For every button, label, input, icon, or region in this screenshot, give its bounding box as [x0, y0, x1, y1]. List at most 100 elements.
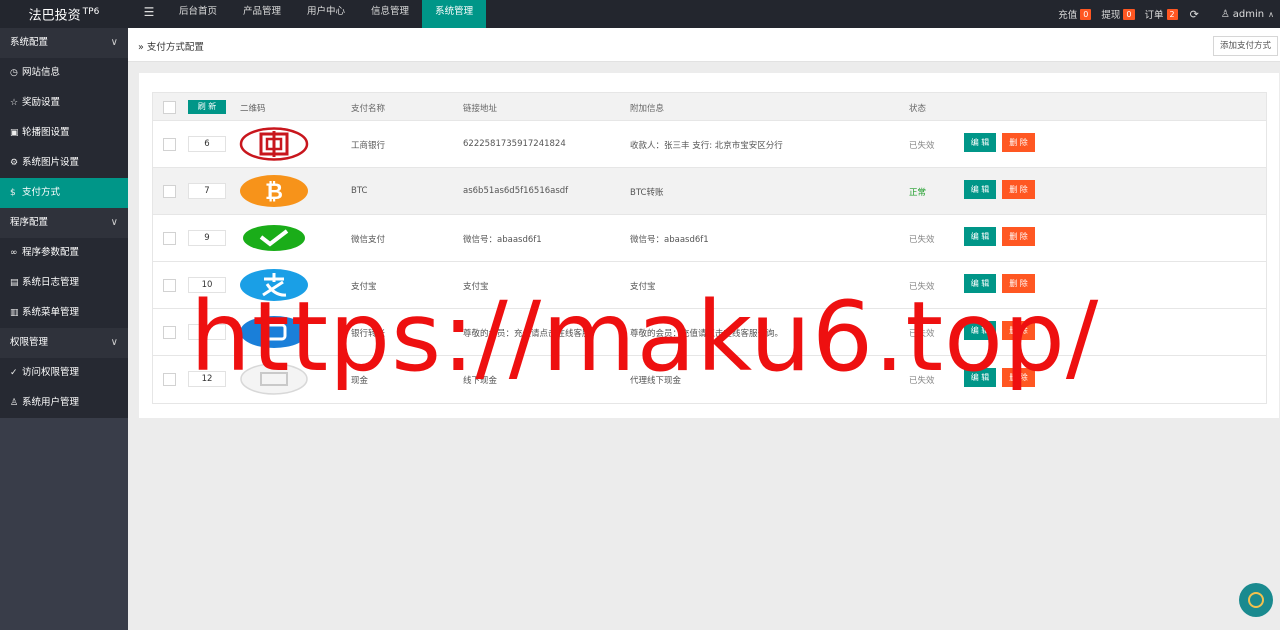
- sidebar-group-label: 程序配置: [10, 217, 49, 228]
- delete-button[interactable]: 删 除: [1002, 180, 1035, 199]
- payment-extra: 微信号：abaasd6f1: [630, 235, 709, 245]
- sidebar-group-label: 权限管理: [10, 337, 49, 348]
- sidebar-item-label: 系统菜单管理: [22, 307, 80, 318]
- user-icon: ♙: [10, 398, 19, 408]
- header-name: 支付名称: [351, 104, 386, 114]
- row-checkbox[interactable]: [163, 373, 176, 386]
- sort-input[interactable]: 9: [188, 230, 226, 246]
- sidebar-item-site-info[interactable]: ◷ 网站信息: [0, 58, 128, 88]
- sidebar-item-label: 系统日志管理: [22, 277, 80, 288]
- signal-icon: [1248, 592, 1264, 608]
- sidebar-item-access-permissions[interactable]: ✓ 访问权限管理: [0, 358, 128, 388]
- topnav-item-home[interactable]: 后台首页: [166, 0, 230, 28]
- sidebar-item-label: 支付方式: [22, 187, 61, 198]
- edit-button[interactable]: 编 辑: [964, 180, 996, 199]
- status-badge: 正常: [909, 188, 927, 198]
- row-checkbox[interactable]: [163, 326, 176, 339]
- row-checkbox[interactable]: [163, 232, 176, 245]
- document-icon: ▤: [10, 278, 19, 288]
- sidebar-item-label: 程序参数配置: [22, 247, 80, 258]
- row-checkbox[interactable]: [163, 185, 176, 198]
- brand-version: TP6: [82, 7, 100, 17]
- wechat-pay-logo-icon: [239, 221, 309, 255]
- order-label: 订单: [1144, 10, 1164, 21]
- sidebar-item-carousel[interactable]: ▣ 轮播图设置: [0, 118, 128, 148]
- topnav-item-users[interactable]: 用户中心: [294, 0, 358, 28]
- sort-input[interactable]: 7: [188, 183, 226, 199]
- watermark-text: https://maku6.top/: [190, 281, 1100, 393]
- svg-text:₿: ₿: [265, 180, 283, 205]
- sidebar-group-permissions[interactable]: 权限管理 ∨: [0, 328, 128, 358]
- sidebar-group-system-config[interactable]: 系统配置 ∨: [0, 28, 128, 58]
- sidebar-item-payment-methods[interactable]: $ 支付方式: [0, 178, 128, 208]
- double-chevron-right-icon: »: [138, 42, 147, 53]
- star-icon: ☆: [10, 98, 19, 108]
- payment-link: 微信号：abaasd6f1: [463, 235, 542, 245]
- sidebar-item-label: 轮播图设置: [22, 127, 70, 138]
- header-extra: 附加信息: [630, 104, 665, 114]
- sidebar-item-rewards[interactable]: ☆ 奖励设置: [0, 88, 128, 118]
- brand-logo[interactable]: 法巴投资 TP6: [0, 0, 128, 28]
- recharge-badge: 0: [1080, 8, 1092, 20]
- sidebar-item-system-users[interactable]: ♙ 系统用户管理: [0, 388, 128, 418]
- dollar-icon: $: [10, 188, 16, 198]
- recharge-link[interactable]: 充值 0: [1058, 7, 1092, 21]
- payment-name: 微信支付: [351, 235, 386, 245]
- table-row: 7 ₿ BTC as6b51as6d5f16516asdf BTC转账 正常 编…: [153, 168, 1266, 215]
- header-status: 状态: [909, 104, 927, 114]
- sidebar-item-label: 网站信息: [22, 67, 61, 78]
- sidebar-item-label: 系统用户管理: [22, 397, 80, 408]
- user-icon: ♙: [1220, 8, 1230, 20]
- top-right-toolbar: 充值 0 提现 0 订单 2 ⟳ ♙ admin ∧: [1048, 0, 1274, 28]
- edit-button[interactable]: 编 辑: [964, 227, 996, 246]
- recharge-label: 充值: [1058, 10, 1078, 21]
- chevron-down-icon: ∨: [110, 217, 118, 228]
- chevron-down-icon: ∨: [110, 37, 118, 48]
- payment-name: 工商银行: [351, 141, 386, 151]
- refresh-sort-button[interactable]: 刷 新: [188, 100, 226, 114]
- list-icon: ▥: [10, 308, 19, 318]
- sidebar-item-label: 奖励设置: [22, 97, 61, 108]
- delete-button[interactable]: 删 除: [1002, 133, 1035, 152]
- topnav-item-products[interactable]: 产品管理: [230, 0, 294, 28]
- menu-toggle-icon[interactable]: ☰: [138, 0, 160, 28]
- dashboard-icon: ◷: [10, 68, 18, 78]
- add-payment-method-button[interactable]: 添加支付方式: [1212, 36, 1278, 56]
- top-bar: 法巴投资 TP6 ☰ 后台首页 产品管理 用户中心 信息管理 系统管理 充值 0 提…: [0, 0, 1280, 28]
- withdraw-label: 提现: [1101, 10, 1121, 21]
- row-checkbox[interactable]: [163, 138, 176, 151]
- select-all-checkbox[interactable]: [163, 101, 176, 114]
- sidebar-item-system-logs[interactable]: ▤ 系统日志管理: [0, 268, 128, 298]
- withdraw-link[interactable]: 提现 0: [1101, 7, 1135, 21]
- chevron-up-icon[interactable]: ∧: [1268, 10, 1274, 19]
- withdraw-badge: 0: [1123, 8, 1135, 20]
- sidebar-item-system-images[interactable]: ⚙ 系统图片设置: [0, 148, 128, 178]
- edit-button[interactable]: 编 辑: [964, 133, 996, 152]
- header-qrcode: 二维码: [240, 104, 266, 114]
- header-link: 链接地址: [463, 104, 498, 114]
- admin-user-menu[interactable]: admin: [1233, 9, 1264, 20]
- order-link[interactable]: 订单 2: [1145, 7, 1178, 21]
- sidebar: 系统配置 ∨ ◷ 网站信息 ☆ 奖励设置 ▣ 轮播图设置 ⚙ 系统图片设置 $ 支付方式 程…: [0, 28, 128, 630]
- topnav-item-info[interactable]: 信息管理: [358, 0, 422, 28]
- row-checkbox[interactable]: [163, 279, 176, 292]
- delete-button[interactable]: 删 除: [1002, 227, 1035, 246]
- sidebar-item-system-menus[interactable]: ▥ 系统菜单管理: [0, 298, 128, 328]
- sidebar-item-label: 系统图片设置: [22, 157, 80, 168]
- check-circle-icon: ✓: [10, 368, 18, 378]
- status-badge: 已失效: [909, 235, 935, 245]
- breadcrumb: » 支付方式配置: [138, 39, 204, 53]
- sidebar-group-program-config[interactable]: 程序配置 ∨: [0, 208, 128, 238]
- sort-input[interactable]: 6: [188, 136, 226, 152]
- sidebar-item-program-params[interactable]: ∞ 程序参数配置: [0, 238, 128, 268]
- order-badge: 2: [1166, 8, 1178, 20]
- floating-service-button[interactable]: [1239, 583, 1273, 617]
- payment-link: as6b51as6d5f16516asdf: [463, 186, 569, 196]
- table-header: 刷 新 二维码 支付名称 链接地址 附加信息 状态: [153, 93, 1266, 121]
- payment-extra: 收款人：张三丰 支行: 北京市宝安区分行: [630, 141, 783, 151]
- refresh-icon[interactable]: ⟳: [1190, 8, 1199, 21]
- chevron-down-icon: ∨: [110, 337, 118, 348]
- topnav-item-system[interactable]: 系统管理: [422, 0, 487, 28]
- table-row: 6 工商银行 6222581735917241824 收款人：张三丰 支行: 北…: [153, 121, 1266, 168]
- breadcrumb-bar: » 支付方式配置 添加支付方式: [128, 28, 1280, 62]
